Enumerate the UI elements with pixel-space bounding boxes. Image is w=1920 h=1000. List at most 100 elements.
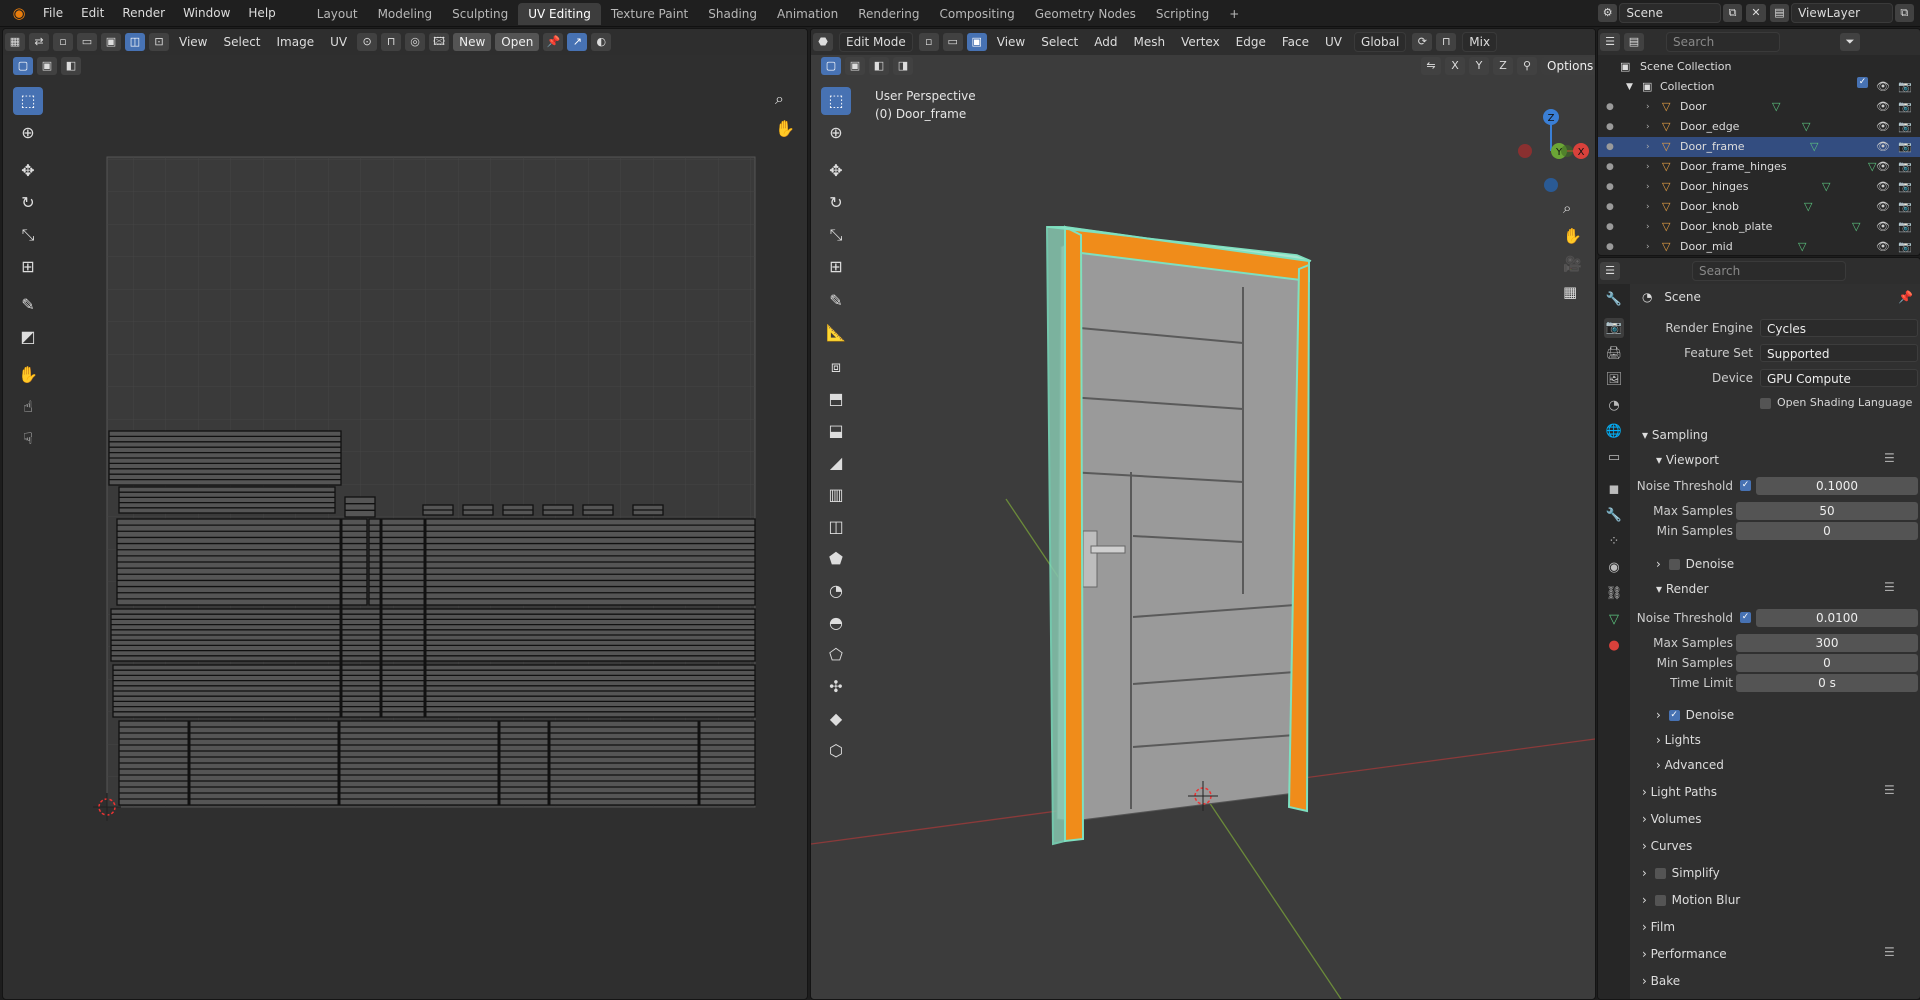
viewport-subpanel-header[interactable]: ▾ Viewport [1656,449,1719,471]
viewport-noise-field[interactable]: 0.1000 [1756,477,1918,495]
tab-scripting[interactable]: Scripting [1146,3,1219,25]
menu-window[interactable]: Window [174,0,239,26]
osl-checkbox[interactable] [1760,397,1771,409]
render-camera-icon[interactable]: 📷 [1898,157,1912,177]
render-max-samples-field[interactable]: 300 [1736,634,1918,652]
expand-arrow-icon[interactable]: › [1646,137,1650,157]
viewport-presets-icon[interactable]: ☰ [1884,451,1895,465]
sampling-panel-header[interactable]: ▾ Sampling [1642,424,1708,446]
tab-geometry-nodes[interactable]: Geometry Nodes [1025,3,1146,25]
constraints-tab-icon[interactable]: ⛓ [1604,584,1624,604]
light-paths-panel-header[interactable]: › Light Paths [1642,781,1717,803]
properties-search-input[interactable]: Search [1692,261,1846,281]
viewport-scene[interactable] [811,29,1595,999]
collection-tab-icon[interactable]: ▭ [1604,448,1624,468]
render-engine-dropdown[interactable]: Cycles [1760,319,1918,337]
outliner-item[interactable]: ● › ▽ Door_frame ▽ 👁 📷 [1598,137,1920,157]
visibility-eye-icon[interactable]: 👁 [1876,157,1890,177]
expand-arrow-icon[interactable]: › [1646,237,1650,255]
display-mode-icon[interactable]: ▤ [1624,33,1644,51]
expand-arrow-icon[interactable]: › [1646,97,1650,117]
render-camera-icon[interactable]: 📷 [1898,137,1912,157]
viewport-denoise-header[interactable]: › Denoise [1656,553,1734,575]
render-camera-icon[interactable]: 📷 [1898,217,1912,237]
volumes-panel-header[interactable]: › Volumes [1642,808,1702,830]
tab-compositing[interactable]: Compositing [929,3,1024,25]
collection-visibility-icon[interactable]: 👁 [1876,77,1890,97]
collection-row[interactable]: ▼ ▣ Collection ✓ 👁 📷 [1598,77,1920,97]
light-paths-presets-icon[interactable]: ☰ [1884,783,1895,797]
mesh-data-icon[interactable]: ▽ [1852,217,1860,237]
add-workspace-button[interactable]: + [1219,3,1249,25]
render-subpanel-header[interactable]: ▾ Render [1656,578,1709,600]
simplify-panel-header[interactable]: › Simplify [1642,862,1720,884]
outliner-item[interactable]: ● › ▽ Door_frame_hinges ▽ 👁 📷 [1598,157,1920,177]
viewport-min-samples-field[interactable]: 0 [1736,522,1918,540]
tab-rendering[interactable]: Rendering [848,3,929,25]
render-noise-checkbox[interactable]: ✓ [1740,612,1751,623]
mesh-data-icon[interactable]: ▽ [1804,197,1812,217]
menu-render[interactable]: Render [113,0,174,26]
outliner-item[interactable]: ● › ▽ Door_hinges ▽ 👁 📷 [1598,177,1920,197]
tab-animation[interactable]: Animation [767,3,848,25]
outliner-item[interactable]: ● › ▽ Door_knob ▽ 👁 📷 [1598,197,1920,217]
scene-icon[interactable]: ⚙ [1598,4,1618,22]
new-view-layer-icon[interactable]: ⧉ [1894,4,1914,22]
render-presets-icon[interactable]: ☰ [1884,580,1895,594]
lights-subpanel-header[interactable]: › Lights [1656,729,1701,751]
blender-logo-icon[interactable]: ◉ [10,4,28,22]
outliner-item[interactable]: ● › ▽ Door_knob_plate ▽ 👁 📷 [1598,217,1920,237]
expand-arrow-icon[interactable]: › [1646,117,1650,137]
viewport-max-samples-field[interactable]: 50 [1736,502,1918,520]
new-scene-icon[interactable]: ⧉ [1722,4,1743,22]
scene-collection-row[interactable]: ▣ Scene Collection [1598,57,1920,77]
visibility-eye-icon[interactable]: 👁 [1876,177,1890,197]
tab-layout[interactable]: Layout [307,3,368,25]
mesh-data-icon[interactable]: ▽ [1798,237,1806,255]
visibility-eye-icon[interactable]: 👁 [1876,117,1890,137]
expand-arrow-icon[interactable]: › [1646,157,1650,177]
visibility-eye-icon[interactable]: 👁 [1876,137,1890,157]
outliner-editor-type-icon[interactable]: ☰ [1600,33,1620,51]
advanced-subpanel-header[interactable]: › Advanced [1656,754,1724,776]
tab-modeling[interactable]: Modeling [368,3,443,25]
outliner-item[interactable]: ● › ▽ Door_edge ▽ 👁 📷 [1598,117,1920,137]
device-dropdown[interactable]: GPU Compute [1760,369,1918,387]
render-camera-icon[interactable]: 📷 [1898,197,1912,217]
world-tab-icon[interactable]: 🌐 [1604,422,1624,442]
tab-shading[interactable]: Shading [698,3,767,25]
view-layer-field[interactable]: ViewLayer [1791,3,1893,23]
tab-texture-paint[interactable]: Texture Paint [601,3,698,25]
delete-scene-icon[interactable]: ✕ [1746,4,1766,22]
collection-render-icon[interactable]: 📷 [1898,77,1912,97]
time-limit-field[interactable]: 0 s [1736,674,1918,692]
mesh-data-icon[interactable]: ▽ [1822,177,1830,197]
uv-canvas[interactable] [3,29,807,999]
expand-arrow-icon[interactable]: › [1646,177,1650,197]
mesh-data-icon[interactable]: ▽ [1772,97,1780,117]
view-layer-icon[interactable]: ▤ [1769,4,1790,22]
scene-tab-icon[interactable]: ◔ [1604,396,1624,416]
render-camera-icon[interactable]: 📷 [1898,97,1912,117]
menu-help[interactable]: Help [239,0,284,26]
expand-arrow-icon[interactable]: › [1646,197,1650,217]
motion-blur-panel-header[interactable]: › Motion Blur [1642,889,1740,911]
tool-tab-icon[interactable]: 🔧 [1604,290,1624,310]
render-camera-icon[interactable]: 📷 [1898,117,1912,137]
outliner-item[interactable]: ● › ▽ Door ▽ 👁 📷 [1598,97,1920,117]
mesh-data-icon[interactable]: ▽ [1810,137,1818,157]
expand-arrow-icon[interactable]: › [1646,217,1650,237]
collection-expand-icon[interactable]: ▼ [1626,77,1633,97]
visibility-eye-icon[interactable]: 👁 [1876,237,1890,255]
menu-edit[interactable]: Edit [72,0,113,26]
curves-panel-header[interactable]: › Curves [1642,835,1692,857]
render-noise-field[interactable]: 0.0100 [1756,609,1918,627]
collection-include-checkbox[interactable]: ✓ [1857,77,1868,88]
visibility-eye-icon[interactable]: 👁 [1876,217,1890,237]
tab-sculpting[interactable]: Sculpting [442,3,518,25]
outliner-item[interactable]: ● › ▽ Door_mid ▽ 👁 📷 [1598,237,1920,255]
tab-uv-editing[interactable]: UV Editing [518,3,601,25]
visibility-eye-icon[interactable]: 👁 [1876,197,1890,217]
outliner-filter-icon[interactable]: ⏷ [1840,33,1860,51]
performance-presets-icon[interactable]: ☰ [1884,945,1895,959]
